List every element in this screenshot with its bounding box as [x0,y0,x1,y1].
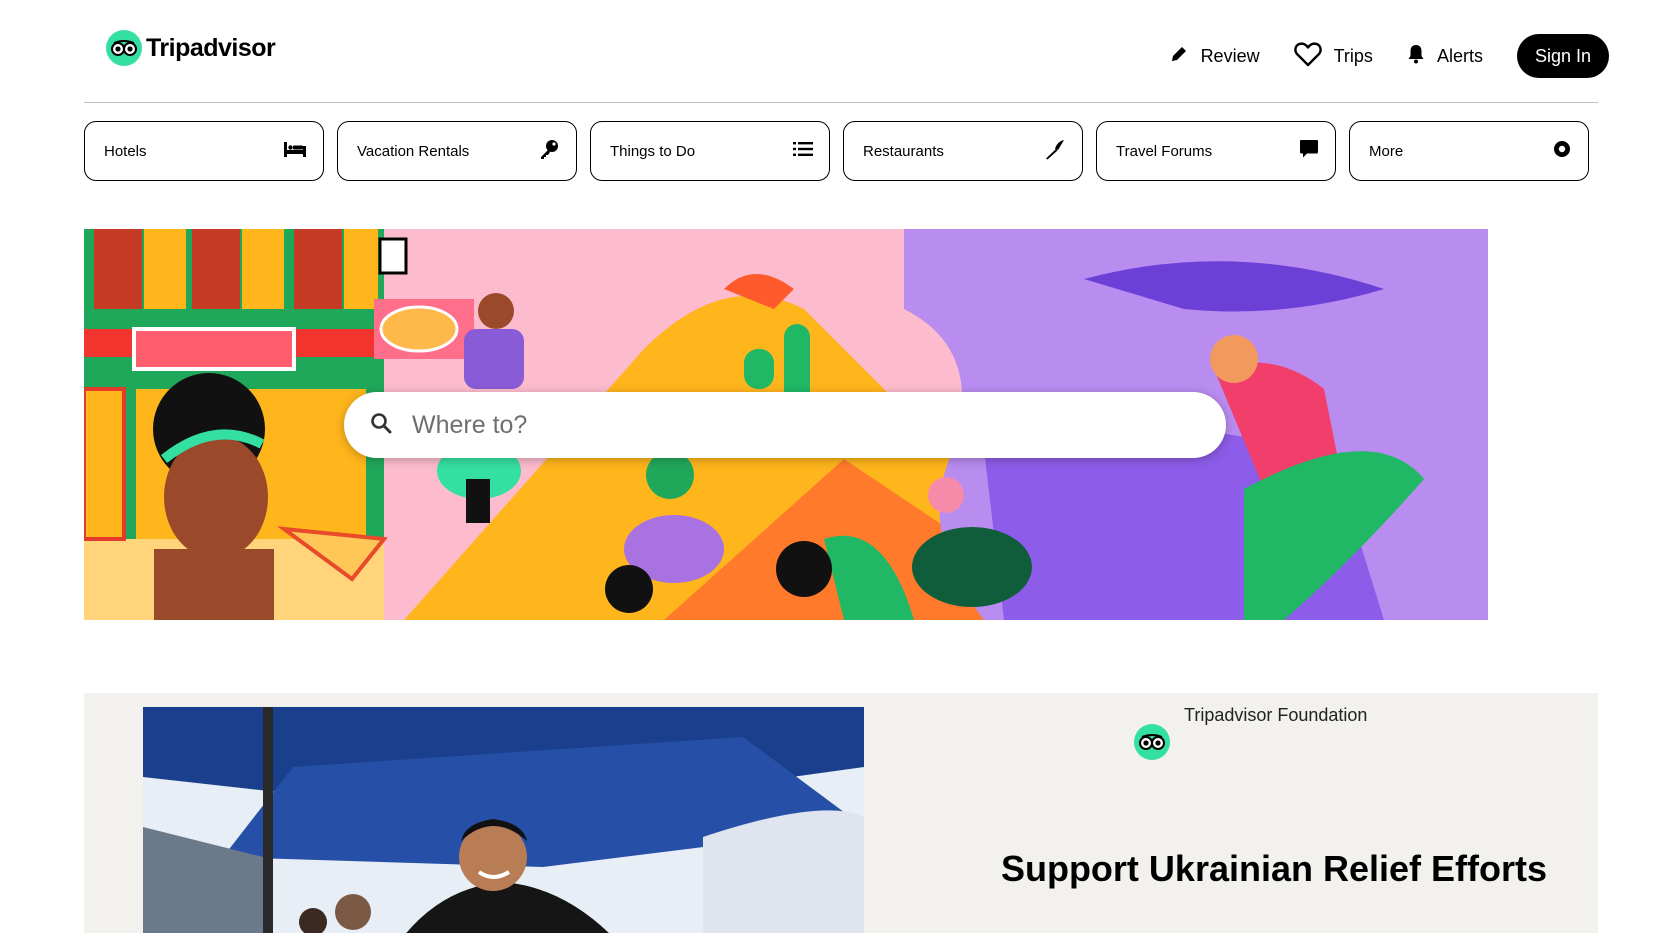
category-label: Travel Forums [1116,142,1213,160]
search-bar[interactable] [344,392,1226,458]
review-link[interactable]: Review [1169,44,1260,69]
category-things-to-do[interactable]: Things to Do [590,121,830,181]
trips-link[interactable]: Trips [1293,41,1373,72]
review-label: Review [1200,45,1260,66]
category-label: Vacation Rentals [357,142,470,160]
category-label: Restaurants [863,142,944,160]
promo-title: Support Ukrainian Relief Efforts [1000,848,1548,889]
ukraine-relief-photo [143,707,864,933]
brand-name: Tripadvisor [146,33,276,62]
pencil-icon [1169,44,1189,69]
category-restaurants[interactable]: Restaurants [843,121,1083,181]
category-travel-forums[interactable]: Travel Forums [1096,121,1336,181]
site-header: Tripadvisor Review Trips Alerts Sign In [0,0,1655,100]
foundation-label: Tripadvisor Foundation [1184,705,1368,725]
header-nav: Review Trips Alerts Sign In [1169,34,1609,78]
category-bar: Hotels Vacation Rentals Things to Do Res… [84,121,1589,181]
search-input[interactable] [410,409,1174,441]
category-vacation-rentals[interactable]: Vacation Rentals [337,121,577,181]
bed-icon [283,140,307,162]
heart-icon [1293,41,1322,72]
list-icon [793,141,813,161]
search-icon [370,412,392,439]
category-label: More [1369,142,1404,160]
alerts-link[interactable]: Alerts [1407,44,1483,69]
alerts-label: Alerts [1436,45,1483,66]
owl-eyes-icon [1134,724,1170,760]
foundation-promo: Tripadvisor Foundation Support Ukrainian… [84,693,1598,933]
category-label: Things to Do [610,142,696,160]
knife-icon [1044,138,1066,164]
header-divider [84,102,1598,103]
speech-bubble-icon [1299,139,1319,163]
key-icon [538,138,560,164]
category-label: Hotels [104,142,147,160]
owl-eyes-icon [106,30,142,66]
tripadvisor-logo[interactable]: Tripadvisor [106,30,276,66]
bell-icon [1407,44,1425,69]
sign-in-button[interactable]: Sign In [1516,34,1609,78]
circle-dot-icon [1552,139,1572,163]
category-more[interactable]: More [1349,121,1589,181]
category-hotels[interactable]: Hotels [84,121,324,181]
trips-label: Trips [1333,45,1373,66]
